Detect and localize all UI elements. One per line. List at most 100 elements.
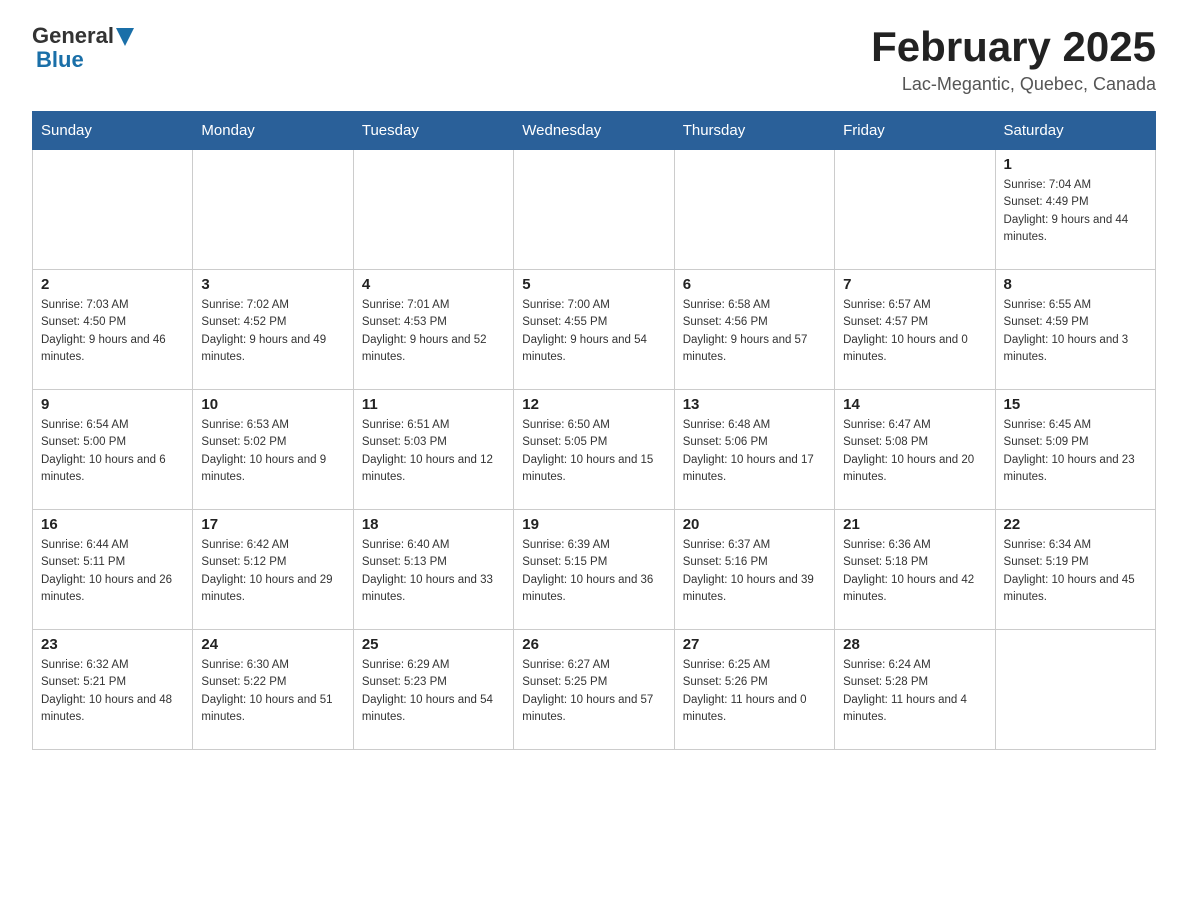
day-number: 4 <box>362 276 505 293</box>
day-number: 23 <box>41 636 184 653</box>
calendar-cell <box>514 150 674 270</box>
day-number: 28 <box>843 636 986 653</box>
page-header: General Blue February 2025 Lac-Megantic,… <box>32 24 1156 95</box>
calendar-cell: 8 Sunrise: 6:55 AMSunset: 4:59 PMDaylight… <box>995 270 1155 390</box>
calendar-cell: 26 Sunrise: 6:27 AMSunset: 5:25 PMDayligh… <box>514 630 674 750</box>
day-number: 2 <box>41 276 184 293</box>
calendar-header: SundayMondayTuesdayWednesdayThursdayFrid… <box>33 112 1156 150</box>
day-info: Sunrise: 6:44 AMSunset: 5:11 PMDaylight:… <box>41 537 184 606</box>
calendar-cell: 19 Sunrise: 6:39 AMSunset: 5:15 PMDayligh… <box>514 510 674 630</box>
calendar-cell: 5Sunrise: 7:00 AMSunset: 4:55 PMDaylight… <box>514 270 674 390</box>
calendar-cell: 17 Sunrise: 6:42 AMSunset: 5:12 PMDayligh… <box>193 510 353 630</box>
day-number: 27 <box>683 636 826 653</box>
calendar-cell: 4Sunrise: 7:01 AMSunset: 4:53 PMDaylight… <box>353 270 513 390</box>
day-info: Sunrise: 6:54 AMSunset: 5:00 PMDaylight:… <box>41 417 184 486</box>
calendar-subtitle: Lac-Megantic, Quebec, Canada <box>871 74 1156 95</box>
day-info: Sunrise: 6:57 AMSunset: 4:57 PMDaylight:… <box>843 297 986 366</box>
logo: General Blue <box>32 24 134 72</box>
day-number: 25 <box>362 636 505 653</box>
calendar-table: SundayMondayTuesdayWednesdayThursdayFrid… <box>32 111 1156 750</box>
calendar-cell <box>193 150 353 270</box>
day-info: Sunrise: 6:34 AMSunset: 5:19 PMDaylight:… <box>1004 537 1147 606</box>
day-number: 20 <box>683 516 826 533</box>
day-info: Sunrise: 6:55 AMSunset: 4:59 PMDaylight:… <box>1004 297 1147 366</box>
calendar-cell: 13 Sunrise: 6:48 AMSunset: 5:06 PMDayligh… <box>674 390 834 510</box>
day-info: Sunrise: 6:39 AMSunset: 5:15 PMDaylight:… <box>522 537 665 606</box>
calendar-week-row: 2 Sunrise: 7:03 AMSunset: 4:50 PMDaylight… <box>33 270 1156 390</box>
logo-blue-text: Blue <box>36 48 84 72</box>
weekday-header-sunday: Sunday <box>33 112 193 150</box>
day-number: 16 <box>41 516 184 533</box>
calendar-cell: 28 Sunrise: 6:24 AMSunset: 5:28 PMDayligh… <box>835 630 995 750</box>
day-info: Sunrise: 6:51 AMSunset: 5:03 PMDaylight:… <box>362 417 505 486</box>
day-info: Sunrise: 6:32 AMSunset: 5:21 PMDaylight:… <box>41 657 184 726</box>
day-number: 12 <box>522 396 665 413</box>
calendar-cell: 14Sunrise: 6:47 AMSunset: 5:08 PMDayligh… <box>835 390 995 510</box>
day-info: Sunrise: 6:40 AMSunset: 5:13 PMDaylight:… <box>362 537 505 606</box>
day-number: 21 <box>843 516 986 533</box>
weekday-header-row: SundayMondayTuesdayWednesdayThursdayFrid… <box>33 112 1156 150</box>
calendar-week-row: 16 Sunrise: 6:44 AMSunset: 5:11 PMDayligh… <box>33 510 1156 630</box>
calendar-cell: 23 Sunrise: 6:32 AMSunset: 5:21 PMDayligh… <box>33 630 193 750</box>
day-number: 19 <box>522 516 665 533</box>
day-info: Sunrise: 6:53 AMSunset: 5:02 PMDaylight:… <box>201 417 344 486</box>
calendar-cell <box>674 150 834 270</box>
calendar-week-row: 9Sunrise: 6:54 AMSunset: 5:00 PMDaylight… <box>33 390 1156 510</box>
day-info: Sunrise: 6:42 AMSunset: 5:12 PMDaylight:… <box>201 537 344 606</box>
calendar-cell: 20 Sunrise: 6:37 AMSunset: 5:16 PMDayligh… <box>674 510 834 630</box>
day-info: Sunrise: 6:50 AMSunset: 5:05 PMDaylight:… <box>522 417 665 486</box>
day-number: 14 <box>843 396 986 413</box>
day-info: Sunrise: 6:36 AMSunset: 5:18 PMDaylight:… <box>843 537 986 606</box>
day-number: 17 <box>201 516 344 533</box>
calendar-cell: 22 Sunrise: 6:34 AMSunset: 5:19 PMDayligh… <box>995 510 1155 630</box>
calendar-cell: 25 Sunrise: 6:29 AMSunset: 5:23 PMDayligh… <box>353 630 513 750</box>
day-info: Sunrise: 6:45 AMSunset: 5:09 PMDaylight:… <box>1004 417 1147 486</box>
calendar-cell <box>835 150 995 270</box>
weekday-header-saturday: Saturday <box>995 112 1155 150</box>
calendar-cell: 7Sunrise: 6:57 AMSunset: 4:57 PMDaylight… <box>835 270 995 390</box>
day-info: Sunrise: 7:03 AMSunset: 4:50 PMDaylight:… <box>41 297 184 366</box>
calendar-cell <box>33 150 193 270</box>
calendar-cell: 2 Sunrise: 7:03 AMSunset: 4:50 PMDaylight… <box>33 270 193 390</box>
day-info: Sunrise: 6:27 AMSunset: 5:25 PMDaylight:… <box>522 657 665 726</box>
calendar-cell: 16 Sunrise: 6:44 AMSunset: 5:11 PMDayligh… <box>33 510 193 630</box>
calendar-cell: 24 Sunrise: 6:30 AMSunset: 5:22 PMDayligh… <box>193 630 353 750</box>
calendar-cell: 21 Sunrise: 6:36 AMSunset: 5:18 PMDayligh… <box>835 510 995 630</box>
day-number: 10 <box>201 396 344 413</box>
calendar-cell <box>995 630 1155 750</box>
calendar-week-row: 23 Sunrise: 6:32 AMSunset: 5:21 PMDayligh… <box>33 630 1156 750</box>
day-number: 22 <box>1004 516 1147 533</box>
calendar-cell: 11 Sunrise: 6:51 AMSunset: 5:03 PMDayligh… <box>353 390 513 510</box>
day-info: Sunrise: 6:37 AMSunset: 5:16 PMDaylight:… <box>683 537 826 606</box>
day-number: 1 <box>1004 156 1147 173</box>
day-info: Sunrise: 6:25 AMSunset: 5:26 PMDaylight:… <box>683 657 826 726</box>
day-info: Sunrise: 6:29 AMSunset: 5:23 PMDaylight:… <box>362 657 505 726</box>
day-number: 26 <box>522 636 665 653</box>
weekday-header-tuesday: Tuesday <box>353 112 513 150</box>
day-info: Sunrise: 6:58 AMSunset: 4:56 PMDaylight:… <box>683 297 826 366</box>
calendar-cell: 9Sunrise: 6:54 AMSunset: 5:00 PMDaylight… <box>33 390 193 510</box>
day-number: 6 <box>683 276 826 293</box>
day-number: 8 <box>1004 276 1147 293</box>
calendar-cell: 18 Sunrise: 6:40 AMSunset: 5:13 PMDayligh… <box>353 510 513 630</box>
day-info: Sunrise: 7:00 AMSunset: 4:55 PMDaylight:… <box>522 297 665 366</box>
calendar-cell <box>353 150 513 270</box>
day-number: 15 <box>1004 396 1147 413</box>
weekday-header-wednesday: Wednesday <box>514 112 674 150</box>
title-block: February 2025 Lac-Megantic, Quebec, Cana… <box>871 24 1156 95</box>
day-info: Sunrise: 6:48 AMSunset: 5:06 PMDaylight:… <box>683 417 826 486</box>
calendar-cell: 6 Sunrise: 6:58 AMSunset: 4:56 PMDaylight… <box>674 270 834 390</box>
day-number: 24 <box>201 636 344 653</box>
day-number: 18 <box>362 516 505 533</box>
logo-triangle-icon <box>116 28 134 46</box>
calendar-cell: 15 Sunrise: 6:45 AMSunset: 5:09 PMDayligh… <box>995 390 1155 510</box>
weekday-header-thursday: Thursday <box>674 112 834 150</box>
logo-block: General Blue <box>32 24 134 72</box>
day-number: 3 <box>201 276 344 293</box>
day-info: Sunrise: 6:30 AMSunset: 5:22 PMDaylight:… <box>201 657 344 726</box>
calendar-week-row: 1Sunrise: 7:04 AMSunset: 4:49 PMDaylight… <box>33 150 1156 270</box>
calendar-body: 1Sunrise: 7:04 AMSunset: 4:49 PMDaylight… <box>33 150 1156 750</box>
day-number: 13 <box>683 396 826 413</box>
day-number: 11 <box>362 396 505 413</box>
day-info: Sunrise: 6:24 AMSunset: 5:28 PMDaylight:… <box>843 657 986 726</box>
